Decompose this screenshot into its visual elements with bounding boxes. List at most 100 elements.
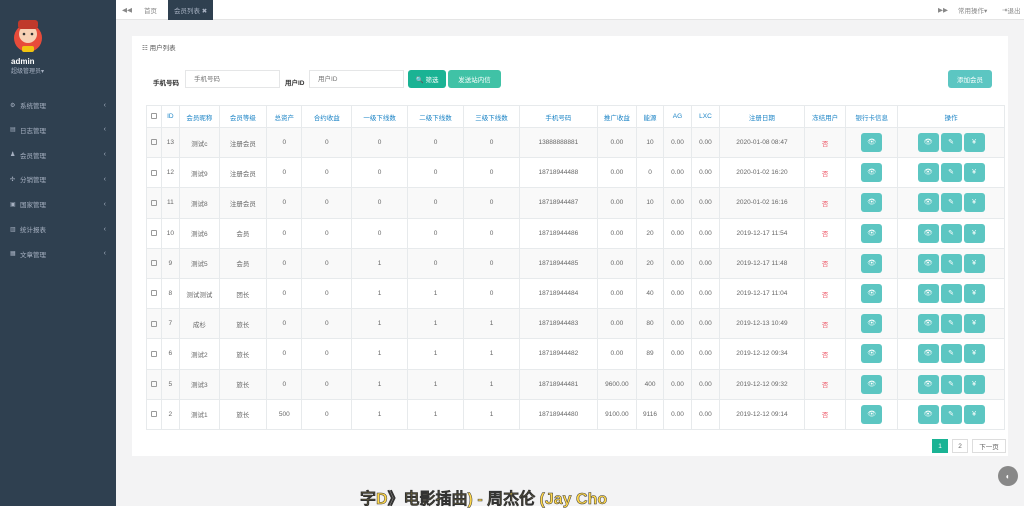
view-icon[interactable]: 👁	[917, 374, 939, 394]
row-checkbox[interactable]	[150, 320, 157, 327]
money-icon[interactable]: ¥	[963, 253, 985, 273]
uid-input[interactable]	[309, 70, 404, 88]
edit-icon[interactable]: ✎	[940, 314, 962, 334]
edit-icon[interactable]: ✎	[940, 133, 962, 153]
col-header-0[interactable]	[146, 105, 162, 128]
row-checkbox[interactable]	[150, 290, 157, 297]
sidebar-item-6[interactable]: ▦ 文章管理 ‹	[0, 242, 116, 266]
user-name[interactable]: admin	[11, 57, 35, 66]
sidebar-item-4[interactable]: ▣ 国家管理 ‹	[0, 192, 116, 216]
edit-icon[interactable]: ✎	[940, 193, 962, 213]
table-header: ID 会员昵称 会员等级 总资产 合约收益 一级下线数 二级下线数 三级下线数 手机号码 推广收益…	[146, 105, 1005, 128]
view-icon[interactable]: 👁	[917, 133, 939, 153]
view-icon[interactable]: 👁	[917, 163, 939, 183]
money-icon[interactable]: ¥	[963, 193, 985, 213]
row-checkbox[interactable]	[150, 229, 157, 236]
page-2[interactable]: 2	[952, 439, 968, 453]
money-icon[interactable]: ¥	[963, 314, 985, 334]
row-select[interactable]	[146, 126, 162, 159]
row-checkbox[interactable]	[150, 139, 157, 146]
common-ops-menu[interactable]: 常用操作▾	[958, 0, 987, 20]
bank-info-cell: 👁	[845, 247, 899, 279]
tab-back-button[interactable]: ◀◀	[122, 0, 132, 20]
row-select[interactable]	[146, 368, 162, 400]
cell: 8	[160, 277, 181, 310]
logout-button[interactable]: ⇥ 退出	[1002, 0, 1020, 20]
row-select[interactable]	[146, 338, 162, 370]
view-bank-icon[interactable]: 👁	[861, 163, 883, 183]
view-icon[interactable]: 👁	[917, 314, 939, 334]
sidebar-item-0[interactable]: ⚙ 系统管理 ‹	[0, 93, 116, 117]
money-icon[interactable]: ¥	[963, 223, 985, 243]
edit-icon[interactable]: ✎	[940, 344, 962, 364]
row-select[interactable]	[146, 187, 162, 219]
cell: 0.00	[690, 308, 720, 340]
page-1[interactable]: 1	[932, 439, 948, 453]
cell: 0.00	[690, 126, 720, 159]
search-button[interactable]: 🔍 筛选	[408, 70, 446, 88]
row-select[interactable]	[146, 398, 162, 430]
view-icon[interactable]: 👁	[917, 284, 939, 304]
cell: 会员	[218, 247, 268, 279]
theme-toggle-icon[interactable]: ◐	[998, 466, 1018, 486]
cell: 18718944483	[518, 308, 598, 340]
money-icon[interactable]: ¥	[963, 133, 985, 153]
cell: 团长	[218, 277, 268, 310]
sidebar-item-5[interactable]: ▥ 统计报表 ‹	[0, 217, 116, 241]
view-bank-icon[interactable]: 👁	[861, 223, 883, 243]
cell: 0	[266, 126, 303, 159]
view-bank-icon[interactable]: 👁	[861, 253, 883, 273]
money-icon[interactable]: ¥	[963, 284, 985, 304]
view-icon[interactable]: 👁	[917, 404, 939, 424]
money-icon[interactable]: ¥	[963, 163, 985, 183]
row-checkbox[interactable]	[150, 260, 157, 267]
row-checkbox[interactable]	[150, 380, 157, 387]
money-icon[interactable]: ¥	[963, 374, 985, 394]
view-icon[interactable]: 👁	[917, 193, 939, 213]
row-checkbox[interactable]	[150, 169, 157, 176]
edit-icon[interactable]: ✎	[940, 284, 962, 304]
next-page-button[interactable]: 下一页	[972, 439, 1006, 453]
edit-icon[interactable]: ✎	[940, 223, 962, 243]
select-all-checkbox[interactable]	[150, 113, 157, 120]
row-checkbox[interactable]	[150, 350, 157, 357]
money-icon[interactable]: ¥	[963, 344, 985, 364]
sidebar-item-2[interactable]: ♟ 会员管理 ‹	[0, 143, 116, 167]
view-bank-icon[interactable]: 👁	[861, 133, 883, 153]
cell: 11	[160, 187, 181, 219]
send-message-button[interactable]: 发送站内信	[448, 70, 501, 88]
view-bank-icon[interactable]: 👁	[861, 344, 883, 364]
row-checkbox[interactable]	[150, 411, 157, 418]
row-select[interactable]	[146, 157, 162, 189]
cell: 1	[463, 338, 520, 370]
edit-icon[interactable]: ✎	[940, 163, 962, 183]
view-icon[interactable]: 👁	[917, 223, 939, 243]
view-bank-icon[interactable]: 👁	[861, 404, 883, 424]
row-select[interactable]	[146, 247, 162, 279]
money-icon[interactable]: ¥	[963, 404, 985, 424]
tab-home[interactable]: 首页	[144, 0, 157, 20]
user-role[interactable]: 超级管理员▾	[11, 66, 44, 75]
phone-input[interactable]	[185, 70, 280, 88]
edit-icon[interactable]: ✎	[940, 374, 962, 394]
view-icon[interactable]: 👁	[917, 253, 939, 273]
tab-forward-button[interactable]: ▶▶	[938, 0, 948, 20]
row-select[interactable]	[146, 217, 162, 249]
tab-member-list[interactable]: 会员列表 ✖	[168, 0, 214, 20]
view-icon[interactable]: 👁	[917, 344, 939, 364]
sidebar-item-3[interactable]: ✣ 分销管理 ‹	[0, 167, 116, 191]
cell: 否	[803, 247, 847, 279]
cell: 0	[636, 157, 664, 189]
row-select[interactable]	[146, 277, 162, 310]
add-member-button[interactable]: 添加会员	[948, 70, 992, 88]
row-select[interactable]	[146, 308, 162, 340]
view-bank-icon[interactable]: 👁	[861, 193, 883, 213]
view-bank-icon[interactable]: 👁	[861, 374, 883, 394]
row-checkbox[interactable]	[150, 199, 157, 206]
sidebar-item-1[interactable]: ▤ 日志管理 ‹	[0, 118, 116, 142]
edit-icon[interactable]: ✎	[940, 404, 962, 424]
edit-icon[interactable]: ✎	[940, 253, 962, 273]
view-bank-icon[interactable]: 👁	[861, 314, 883, 334]
view-bank-icon[interactable]: 👁	[861, 284, 883, 304]
table-row: 12 测试9 注册会员 0 0 0 0 0 18718944488 0.00 0 0.00 0.00 20…	[146, 157, 1005, 189]
